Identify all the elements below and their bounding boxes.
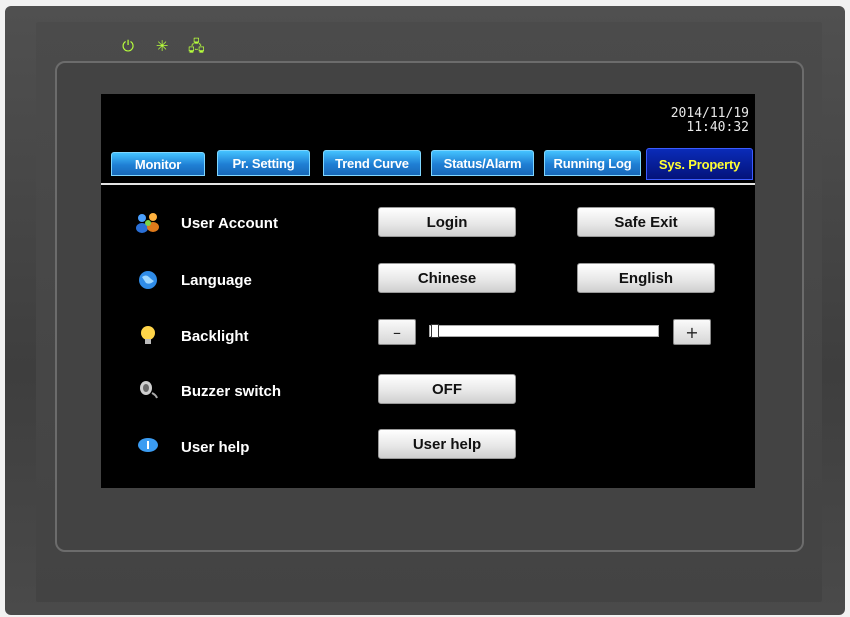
tab-status-alarm[interactable]: Status/Alarm xyxy=(431,150,534,176)
safe-exit-button[interactable]: Safe Exit xyxy=(577,207,715,237)
hmi-device: ⏻ ✳ 🖧 2014/11/19 11:40:32 Monitor Pr. Se… xyxy=(0,0,850,617)
login-button[interactable]: Login xyxy=(378,207,516,237)
touch-screen: 2014/11/19 11:40:32 Monitor Pr. Setting … xyxy=(101,94,755,488)
speaker-icon xyxy=(140,381,158,399)
clock-display: 2014/11/19 11:40:32 xyxy=(671,107,749,135)
language-label: Language xyxy=(181,272,252,289)
status-led-icon: ✳ xyxy=(155,37,169,55)
clock-date: 2014/11/19 xyxy=(670,106,749,121)
chinese-button[interactable]: Chinese xyxy=(378,263,516,293)
tab-trend-curve[interactable]: Trend Curve xyxy=(323,150,421,176)
tab-running-log[interactable]: Running Log xyxy=(544,150,641,176)
user-help-label: User help xyxy=(181,439,250,456)
globe-icon xyxy=(139,271,157,289)
tab-sys-property[interactable]: Sys. Property xyxy=(646,148,753,180)
backlight-slider-handle[interactable] xyxy=(431,324,439,338)
english-button[interactable]: English xyxy=(577,263,715,293)
tab-divider xyxy=(101,183,755,185)
backlight-increase-button[interactable]: + xyxy=(673,319,711,345)
clock-time: 11:40:32 xyxy=(686,120,749,135)
user-help-button[interactable]: User help xyxy=(378,429,516,459)
indicator-leds: ⏻ ✳ 🖧 xyxy=(120,37,205,55)
info-icon xyxy=(138,438,158,452)
tab-pr-setting[interactable]: Pr. Setting xyxy=(217,150,310,176)
power-led-icon: ⏻ xyxy=(122,37,134,55)
user-account-label: User Account xyxy=(181,215,278,232)
bulb-icon xyxy=(141,326,155,344)
buzzer-toggle-button[interactable]: OFF xyxy=(378,374,516,404)
buzzer-switch-label: Buzzer switch xyxy=(181,383,282,400)
backlight-slider[interactable] xyxy=(429,325,659,337)
backlight-decrease-button[interactable]: – xyxy=(378,319,416,345)
users-icon xyxy=(136,213,159,233)
backlight-label: Backlight xyxy=(181,328,249,345)
network-led-icon: 🖧 xyxy=(188,37,205,55)
tab-monitor[interactable]: Monitor xyxy=(111,152,205,176)
